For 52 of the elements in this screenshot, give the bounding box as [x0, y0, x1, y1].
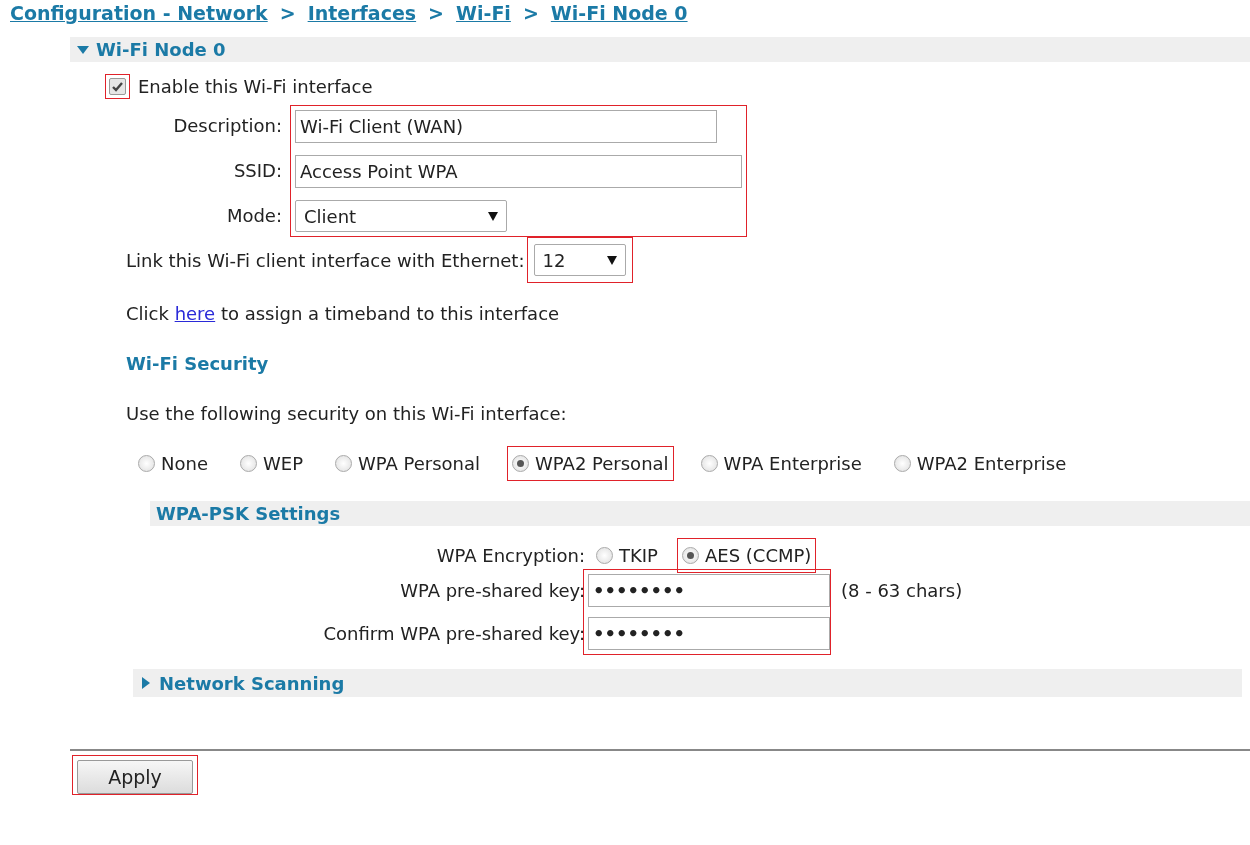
section-title: WPA-PSK Settings: [156, 503, 341, 524]
field-label: Description:: [173, 114, 282, 138]
radio-button[interactable]: [700, 455, 718, 472]
checkbox-label: Enable this Wi-Fi interface: [138, 76, 373, 97]
field-label: WPA Encryption:: [435, 544, 585, 568]
radio-option[interactable]: WPA Enterprise: [700, 453, 862, 474]
radio-button[interactable]: [681, 547, 699, 564]
field-label: Confirm WPA pre-shared key:: [323, 622, 585, 646]
breadcrumb-separator: >: [522, 2, 539, 24]
radio-button[interactable]: [596, 547, 613, 564]
dropdown-arrow-icon: [488, 211, 498, 221]
radio-option[interactable]: WPA2 Enterprise: [893, 453, 1067, 474]
section-title: Network Scanning: [159, 672, 345, 694]
radio-option[interactable]: WPA2 Personal: [512, 453, 669, 474]
section-header[interactable]: Network Scanning: [133, 669, 1242, 697]
radio-option[interactable]: AES (CCMP): [681, 545, 812, 566]
field-label: SSID:: [233, 159, 282, 183]
collapse-triangle-icon[interactable]: [76, 43, 90, 56]
checkmark-icon: [112, 81, 123, 92]
radio-option[interactable]: WEP: [239, 453, 303, 474]
dropdown[interactable]: 12: [533, 244, 626, 276]
field-label: WPA pre-shared key:: [400, 579, 585, 603]
dropdown[interactable]: Client: [295, 200, 507, 232]
hint-text: (8 - 63 chars): [840, 579, 963, 603]
apply-button[interactable]: Apply: [77, 760, 193, 794]
password-field[interactable]: ••••••••: [588, 617, 830, 650]
radio-button[interactable]: [335, 455, 352, 472]
field-label: Link this Wi-Fi client interface with Ethernet:: [126, 249, 525, 271]
radio-button[interactable]: [138, 455, 155, 472]
breadcrumb-separator: >: [279, 2, 296, 24]
instruction-text: Use the following security on this Wi-Fi interface:: [126, 403, 567, 424]
text-field[interactable]: Access Point WPA: [295, 155, 742, 188]
radio-option[interactable]: WPA Personal: [335, 453, 481, 474]
instruction-text: Click here to assign a timeband to this interface: [126, 303, 560, 324]
radio-button[interactable]: [512, 455, 530, 472]
here-link[interactable]: here: [174, 303, 216, 324]
breadcrumb-link[interactable]: Wi-Fi Node 0: [550, 2, 688, 24]
field-label: Mode:: [226, 203, 282, 228]
radio-option[interactable]: TKIP: [596, 545, 658, 566]
text-field[interactable]: Wi-Fi Client (WAN): [295, 110, 717, 143]
section-heading: Wi-Fi Security: [126, 353, 270, 374]
radio-option[interactable]: None: [138, 453, 208, 474]
password-field[interactable]: ••••••••: [588, 574, 830, 607]
breadcrumb-link[interactable]: Configuration - Network: [10, 2, 268, 24]
section-header[interactable]: Wi-Fi Node 0: [70, 37, 1250, 62]
radio-button[interactable]: [893, 455, 911, 472]
section-title: Wi-Fi Node 0: [96, 39, 226, 60]
breadcrumb-separator: >: [428, 2, 445, 24]
radio-button[interactable]: [239, 455, 257, 472]
dropdown-arrow-icon: [606, 255, 617, 265]
breadcrumb-link[interactable]: Wi-Fi: [456, 2, 511, 24]
breadcrumb-link[interactable]: Interfaces: [307, 2, 417, 24]
